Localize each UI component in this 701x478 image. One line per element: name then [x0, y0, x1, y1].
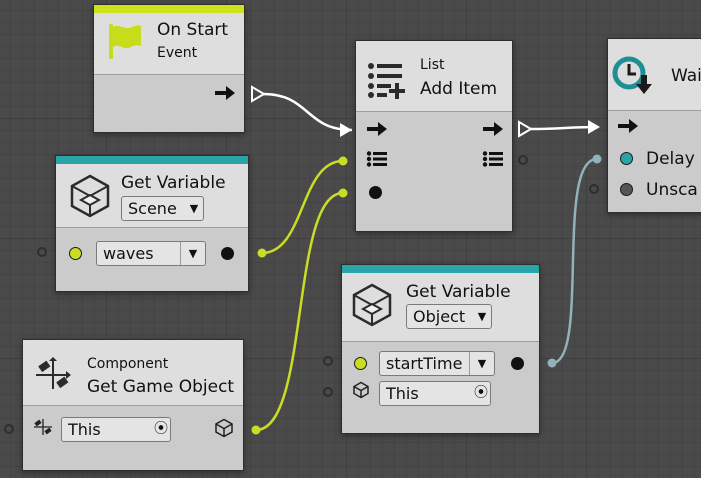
on-start-node[interactable]: On Start Event [93, 4, 245, 133]
node-title: Get Variable [406, 282, 511, 302]
unscaled-input-port[interactable] [620, 183, 633, 196]
chevron-down-icon: ▼ [180, 242, 205, 265]
wait-node[interactable]: Wai Delay Unsca [607, 38, 701, 213]
variable-color-strip [56, 156, 248, 164]
cube-icon [70, 174, 110, 218]
name-port-indicator [69, 247, 82, 260]
get-game-object-node[interactable]: Component Get Game Object This ⦿ [22, 339, 244, 471]
variable-kind-dropdown[interactable]: Object ▼ [406, 304, 492, 329]
event-color-strip [94, 5, 244, 13]
get-variable-object-node[interactable]: Get Variable Object ▼ startTime ▼ This ⦿ [341, 264, 540, 434]
name-port-indicator [354, 357, 367, 370]
on-start-header: On Start Event [94, 5, 244, 75]
node-title: Add Item [420, 79, 498, 99]
flag-icon [109, 24, 141, 59]
variable-name-dropdown[interactable]: startTime ▼ [379, 351, 495, 376]
get-game-object-header: Component Get Game Object [23, 340, 243, 406]
target-object-field[interactable]: This ⦿ [61, 417, 171, 442]
add-item-node[interactable]: List Add Item [355, 40, 513, 232]
value-output-port[interactable] [221, 247, 234, 260]
value-output-port[interactable] [511, 357, 524, 370]
node-category: List [420, 57, 445, 73]
wait-header: Wai [608, 39, 701, 111]
target-picker-icon[interactable]: ⦿ [152, 418, 170, 441]
startTime-name-input-port[interactable] [323, 356, 333, 366]
target-object-field[interactable]: This ⦿ [379, 381, 491, 406]
variable-color-strip [342, 265, 539, 273]
variable-name-dropdown[interactable]: waves ▼ [96, 241, 206, 266]
add-item-list-output-port[interactable] [518, 155, 528, 165]
delay-input-port[interactable] [620, 152, 633, 165]
cube-icon [353, 381, 369, 399]
node-title: Get Variable [121, 173, 226, 193]
wait-unscaled-input-port[interactable] [589, 184, 599, 194]
field-value: This [68, 420, 101, 439]
get-variable-header: Get Variable Scene ▼ [56, 156, 248, 228]
get-variable-scene-input-port[interactable] [37, 247, 47, 257]
chevron-down-icon: ▼ [477, 310, 487, 323]
dropdown-value: Scene [128, 199, 177, 218]
node-subtitle: Event [157, 45, 198, 61]
unscaled-label: Unsca [646, 180, 698, 200]
variable-kind-dropdown[interactable]: Scene ▼ [121, 196, 204, 221]
control-input-port[interactable] [617, 117, 639, 135]
dropdown-value: Object [413, 307, 466, 326]
list-add-icon [368, 63, 405, 99]
control-input-port[interactable] [366, 120, 388, 138]
list-output-port[interactable] [482, 151, 504, 167]
chevron-down-icon: ▼ [189, 202, 199, 215]
field-value: This [386, 384, 419, 403]
node-title: Wai [671, 66, 701, 86]
target-picker-icon[interactable]: ⦿ [472, 382, 490, 405]
get-variable-header: Get Variable Object ▼ [342, 265, 539, 342]
clock-icon [612, 56, 652, 94]
delay-label: Delay [646, 149, 695, 169]
list-input-port[interactable] [366, 151, 388, 167]
transform-icon [34, 419, 52, 435]
dropdown-value: startTime [386, 354, 463, 373]
transform-icon [36, 357, 71, 389]
control-output-port[interactable] [214, 84, 236, 102]
chevron-down-icon: ▼ [469, 352, 494, 375]
startTime-target-input-port[interactable] [323, 387, 333, 397]
add-item-header: List Add Item [356, 41, 512, 112]
cube-icon[interactable] [214, 418, 234, 438]
node-title: On Start [157, 20, 229, 40]
node-category: Component [87, 356, 169, 372]
control-output-port[interactable] [482, 120, 504, 138]
item-input-port[interactable] [369, 186, 382, 199]
get-variable-scene-node[interactable]: Get Variable Scene ▼ waves ▼ [55, 155, 249, 292]
node-title: Get Game Object [87, 377, 235, 397]
dropdown-value: waves [103, 244, 154, 263]
cube-icon [352, 283, 392, 327]
game-object-target-input-port[interactable] [4, 424, 14, 434]
